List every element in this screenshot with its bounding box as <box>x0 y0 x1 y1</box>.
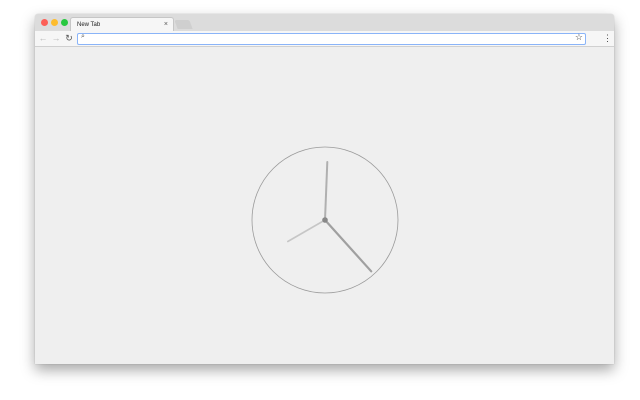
address-input[interactable] <box>90 34 570 44</box>
arrow-right-icon[interactable]: → <box>50 32 62 44</box>
window-maximize-button[interactable] <box>61 19 68 26</box>
hour-hand <box>287 219 326 243</box>
browser-window: New Tab × ← → ↻ ⌕ ☆ ⋮ <box>35 14 614 364</box>
omnibox[interactable]: ⌕ ☆ <box>77 32 586 45</box>
close-icon[interactable]: × <box>164 18 168 32</box>
tab-new-tab[interactable]: New Tab × <box>70 17 174 31</box>
clock-center-pin <box>322 217 328 223</box>
star-icon[interactable]: ☆ <box>575 32 583 43</box>
reload-icon[interactable]: ↻ <box>63 32 75 44</box>
more-vert-icon[interactable]: ⋮ <box>603 32 612 44</box>
arrow-left-icon[interactable]: ← <box>37 32 49 44</box>
title-bar: New Tab × <box>35 14 614 31</box>
toolbar: ← → ↻ ⌕ ☆ ⋮ <box>35 31 614 47</box>
window-close-button[interactable] <box>41 19 48 26</box>
window-minimize-button[interactable] <box>51 19 58 26</box>
tab-title: New Tab <box>77 22 101 28</box>
page-content <box>35 47 614 364</box>
second-hand <box>323 218 373 273</box>
analog-clock <box>251 146 399 294</box>
minute-hand <box>324 161 329 221</box>
new-tab-button[interactable] <box>174 20 193 29</box>
search-icon: ⌕ <box>81 33 85 40</box>
